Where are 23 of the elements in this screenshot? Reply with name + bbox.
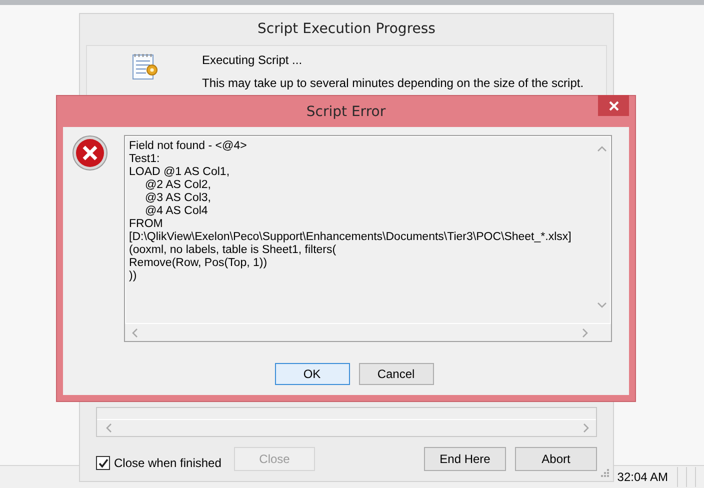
dialog-title: Script Error <box>306 104 386 120</box>
dialog-button[interactable]: End Here <box>424 447 506 471</box>
checkbox-label: Close when finished <box>114 456 222 470</box>
script-gear-icon <box>130 52 160 82</box>
scroll-left-icon <box>131 328 139 338</box>
close-button[interactable] <box>598 95 629 116</box>
error-icon <box>72 135 108 171</box>
window-title: Script Execution Progress <box>256 20 436 39</box>
scroll-down-icon <box>596 301 606 309</box>
scroll-right-icon <box>582 423 590 433</box>
resize-grip-icon <box>601 469 609 477</box>
status-text: Executing Script ... <box>202 53 304 67</box>
dialog-button[interactable]: OK <box>274 363 350 385</box>
info-text: This may take up to several minutes depending on the size of the script. <box>202 76 584 90</box>
scroll-left-icon <box>105 423 113 433</box>
dialog-button[interactable]: Cancel <box>358 363 434 385</box>
checkbox[interactable] <box>96 456 110 470</box>
dialog-button[interactable]: Abort <box>515 447 597 471</box>
scroll-up-icon <box>596 145 606 153</box>
clock-text: 32:04 AM <box>617 470 668 484</box>
scroll-right-icon <box>581 328 589 338</box>
error-message: Field not found - <@4> Test1: LOAD @1 AS Col1, @2 AS Col2, @3 AS Col3, @4 AS Col4 FROM [D:\QlikView\Exelon\Peco\Support\Enhancements\Documents\Tier3\POC\Sheet_*.xlsx] (ooxml, no labels, table is Sheet1, filters( Remove(Row, Pos(Top, 1)) )) <box>128 139 572 284</box>
close-icon <box>608 100 618 110</box>
